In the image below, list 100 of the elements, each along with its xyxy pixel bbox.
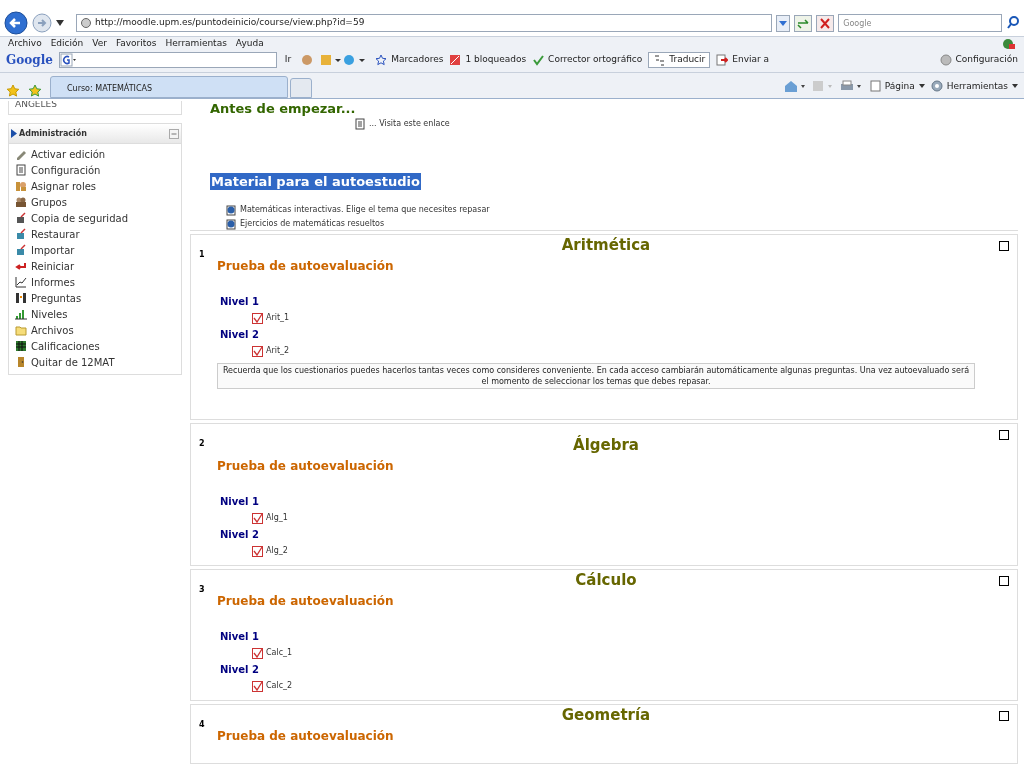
- backup-icon: [15, 212, 27, 224]
- menu-item[interactable]: Archivo: [8, 36, 42, 51]
- quiz-link[interactable]: Arit_2: [252, 343, 290, 359]
- quiz-link[interactable]: Alg_2: [252, 543, 288, 559]
- browser-tab[interactable]: Curso: MATEMÁTICAS: [50, 76, 288, 98]
- level-label: Nivel 1: [220, 630, 259, 644]
- admin-menu-link[interactable]: Quitar de 12MAT: [9, 354, 115, 370]
- admin-menu-link[interactable]: Preguntas: [9, 290, 82, 306]
- pencil-icon: [15, 148, 27, 160]
- admin-menu-link[interactable]: Asignar roles: [9, 178, 97, 194]
- level-label: Nivel 2: [220, 663, 259, 677]
- popup-blocker-button[interactable]: 1 bloqueados: [449, 53, 527, 67]
- admin-menu-link[interactable]: Niveles: [9, 306, 68, 322]
- go-button[interactable]: Ir: [282, 53, 294, 67]
- gear-icon: [930, 80, 943, 93]
- printer-icon[interactable]: [839, 80, 864, 93]
- level-label: Nivel 1: [220, 295, 259, 309]
- section-subtitle: Prueba de autoevaluación: [217, 258, 394, 275]
- admin-menu-link[interactable]: Configuración: [9, 162, 101, 178]
- section-title: Cálculo: [574, 571, 638, 589]
- resource-link[interactable]: Matemáticas interactivas. Elige el tema que necesites repasar: [226, 204, 490, 216]
- translate-button[interactable]: Traducir: [648, 52, 711, 68]
- level-label: Nivel 2: [220, 328, 259, 342]
- dropdown-button[interactable]: [776, 14, 791, 32]
- google-logo: Google: [6, 52, 53, 69]
- dropdown-arrow-icon[interactable]: [56, 20, 64, 26]
- settings-button[interactable]: Configuración: [939, 53, 1018, 67]
- admin-menu-link[interactable]: Informes: [9, 274, 75, 290]
- admin-menu-link[interactable]: Archivos: [9, 322, 74, 338]
- checked-box-icon: [252, 680, 263, 692]
- address-bar[interactable]: http://moodle.upm.es/puntodeinicio/course/view.php?id=59: [76, 14, 773, 32]
- people-icon: [15, 180, 27, 192]
- menu-item[interactable]: Ver: [92, 36, 107, 51]
- google-g-icon: [59, 53, 78, 67]
- level-label: Nivel 1: [220, 495, 259, 509]
- close-button[interactable]: [816, 14, 835, 32]
- globe-document-icon: [226, 218, 237, 230]
- check-icon: [532, 54, 545, 66]
- section-number: 2: [199, 439, 205, 448]
- group-icon: [15, 196, 27, 208]
- collapse-icon[interactable]: [169, 128, 179, 139]
- admin-menu-link[interactable]: Grupos: [9, 194, 67, 210]
- resource-link[interactable]: Ejercicios de matemáticas resueltos: [226, 218, 385, 230]
- info-note: Recuerda que los cuestionarios puedes hacerlos tantas veces como consideres conveniente. En cada acceso cambiarán automáticamente algunas preguntas. Una vez autoevaluado será el momento de seleccionar los temas que debes repasar.: [217, 363, 975, 389]
- admin-menu-link[interactable]: Reiniciar: [9, 258, 75, 274]
- checked-box-icon: [252, 545, 263, 557]
- checked-box-icon: [252, 647, 263, 659]
- favorites-star-icon[interactable]: [6, 84, 20, 98]
- arrow-icon: [11, 129, 17, 138]
- admin-menu-link[interactable]: Importar: [9, 242, 75, 258]
- blocked-icon: [449, 54, 462, 66]
- admin-menu-link[interactable]: Copia de seguridad: [9, 210, 128, 226]
- send-button[interactable]: Enviar a: [716, 53, 770, 67]
- section-title: Antes de empezar...: [210, 101, 357, 117]
- search-icon[interactable]: [1006, 15, 1020, 31]
- refresh-button[interactable]: [794, 14, 813, 32]
- section-title: Aritmética: [560, 236, 652, 254]
- level-label: Nivel 2: [220, 528, 259, 542]
- document-icon: [355, 118, 365, 130]
- url-text: http://moodle.upm.es/puntodeinicio/course/view.php?id=59: [95, 16, 365, 30]
- checked-box-icon: [252, 512, 263, 524]
- menu-item[interactable]: Edición: [50, 36, 84, 51]
- search-field[interactable]: Google: [838, 14, 1002, 32]
- home-icon[interactable]: [783, 80, 806, 93]
- resource-link[interactable]: ... Visita este enlace: [355, 118, 450, 130]
- section-number: 1: [199, 250, 205, 259]
- spell-check-button[interactable]: Corrector ortográfico: [532, 53, 643, 67]
- highlight-toggle[interactable]: [999, 241, 1009, 251]
- caret-icon: [1012, 84, 1018, 89]
- highlight-toggle[interactable]: [999, 576, 1009, 586]
- globe-icon[interactable]: [1002, 37, 1016, 50]
- highlight-toggle[interactable]: [999, 711, 1009, 721]
- quiz-link[interactable]: Calc_1: [252, 645, 293, 661]
- page-menu-button[interactable]: Página: [869, 79, 925, 93]
- highlight-toggle[interactable]: [999, 430, 1009, 440]
- caret-icon: [918, 84, 925, 89]
- admin-menu-link[interactable]: Activar edición: [9, 146, 106, 162]
- admin-menu-link[interactable]: Restaurar: [9, 226, 80, 242]
- bookmarks-button[interactable]: Marcadores: [375, 53, 444, 67]
- section-heading: Material para el autoestudio: [210, 173, 421, 190]
- back-button[interactable]: [4, 11, 28, 35]
- google-search-field[interactable]: [58, 52, 277, 68]
- menu-item[interactable]: Favoritos: [115, 36, 157, 51]
- quiz-link[interactable]: Arit_1: [252, 310, 290, 326]
- quiz-link[interactable]: Alg_1: [252, 510, 288, 526]
- user-name: ANGELES: [15, 101, 58, 108]
- section-number: 3: [199, 585, 205, 594]
- block-title: Administración: [19, 127, 88, 140]
- admin-menu-link[interactable]: Calificaciones: [9, 338, 100, 354]
- quiz-link[interactable]: Calc_2: [252, 678, 293, 694]
- section-title: Geometría: [560, 706, 652, 724]
- chart-icon: [15, 276, 27, 288]
- menu-item[interactable]: Ayuda: [235, 36, 264, 51]
- checked-box-icon: [252, 312, 263, 324]
- tools-menu-button[interactable]: Herramientas: [930, 79, 1018, 93]
- menu-item[interactable]: Herramientas: [165, 36, 227, 51]
- door-icon: [15, 356, 27, 368]
- new-tab-button[interactable]: [290, 78, 312, 98]
- add-favorite-icon[interactable]: [28, 84, 42, 98]
- document-icon: [15, 164, 27, 176]
